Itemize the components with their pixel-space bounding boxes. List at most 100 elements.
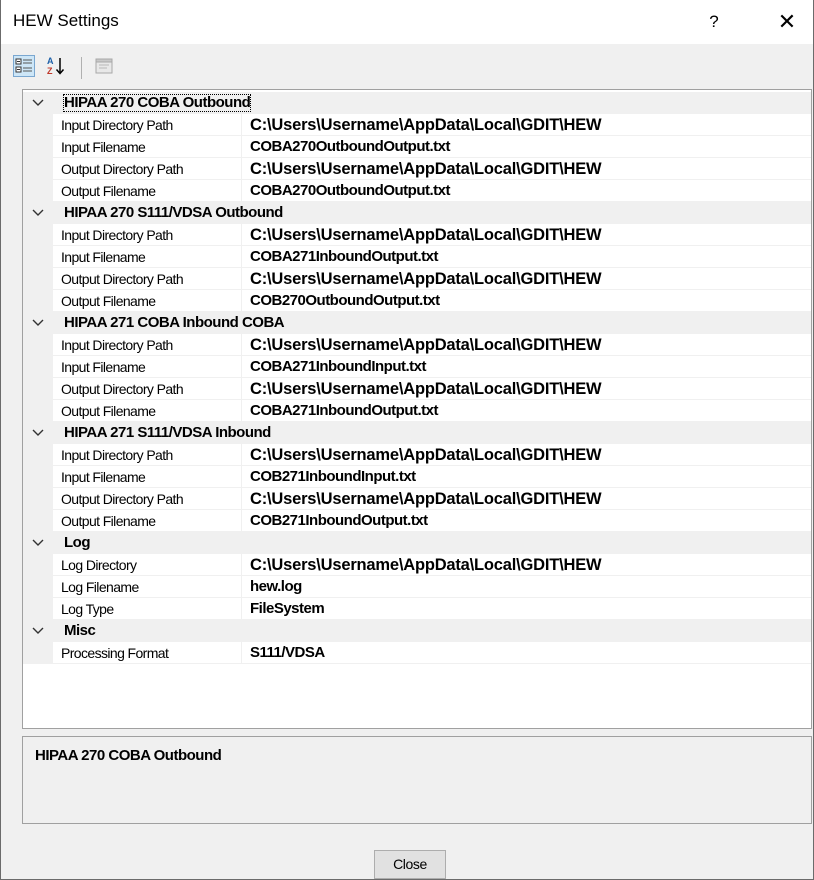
- column-divider[interactable]: [241, 554, 242, 576]
- property-value[interactable]: COB271InboundInput.txt: [250, 466, 416, 488]
- property-value[interactable]: COBA271InboundOutput.txt: [250, 400, 438, 422]
- toolbar-separator: [81, 57, 82, 79]
- property-row[interactable]: Output Filename COBA270OutboundOutput.txt: [23, 180, 811, 202]
- property-row[interactable]: Input Directory Path C:\Users\Username\Ap…: [23, 114, 811, 136]
- property-row[interactable]: Input Directory Path C:\Users\Username\Ap…: [23, 224, 811, 246]
- chevron-down-icon[interactable]: [32, 422, 46, 444]
- property-row[interactable]: Output Directory Path C:\Users\Username\A…: [23, 488, 811, 510]
- property-name: Output Filename: [61, 403, 156, 419]
- property-value[interactable]: COBA271InboundOutput.txt: [250, 246, 438, 268]
- property-name: Input Filename: [61, 139, 146, 155]
- property-value[interactable]: C:\Users\Username\AppData\Local\GDIT\HEW: [250, 114, 602, 136]
- column-divider[interactable]: [241, 466, 242, 488]
- category-row[interactable]: HIPAA 271 COBA Inbound COBA: [23, 312, 811, 334]
- column-divider[interactable]: [241, 268, 242, 290]
- property-value[interactable]: C:\Users\Username\AppData\Local\GDIT\HEW: [250, 224, 602, 246]
- column-divider[interactable]: [241, 246, 242, 268]
- property-name: Output Directory Path: [61, 491, 184, 507]
- alphabetical-view-button[interactable]: A Z: [43, 53, 69, 79]
- property-row[interactable]: Input Filename COB271InboundInput.txt: [23, 466, 811, 488]
- property-row[interactable]: Output Directory Path C:\Users\Username\A…: [23, 378, 811, 400]
- category-row[interactable]: HIPAA 270 COBA Outbound: [23, 92, 811, 114]
- property-value[interactable]: FileSystem: [250, 598, 325, 620]
- column-divider[interactable]: [241, 378, 242, 400]
- column-divider[interactable]: [241, 114, 242, 136]
- property-row[interactable]: Log Directory C:\Users\Username\AppData\L…: [23, 554, 811, 576]
- property-row[interactable]: Input Filename COBA270OutboundOutput.txt: [23, 136, 811, 158]
- property-value[interactable]: C:\Users\Username\AppData\Local\GDIT\HEW: [250, 378, 602, 400]
- category-row[interactable]: Misc: [23, 620, 811, 642]
- help-button[interactable]: ?: [691, 0, 737, 44]
- property-row[interactable]: Input Directory Path C:\Users\Username\Ap…: [23, 444, 811, 466]
- property-pages-button[interactable]: [91, 53, 117, 79]
- property-row[interactable]: Input Filename COBA271InboundOutput.txt: [23, 246, 811, 268]
- category-label: HIPAA 271 S111/VDSA Inbound: [64, 424, 271, 441]
- property-value[interactable]: C:\Users\Username\AppData\Local\GDIT\HEW: [250, 334, 602, 356]
- category-row[interactable]: HIPAA 270 S111/VDSA Outbound: [23, 202, 811, 224]
- column-divider[interactable]: [241, 136, 242, 158]
- category-row[interactable]: HIPAA 271 S111/VDSA Inbound: [23, 422, 811, 444]
- chevron-down-icon[interactable]: [32, 620, 46, 642]
- property-value[interactable]: C:\Users\Username\AppData\Local\GDIT\HEW: [250, 268, 602, 290]
- chevron-down-icon[interactable]: [32, 532, 46, 554]
- property-grid[interactable]: HIPAA 270 COBA Outbound Input Directory P…: [22, 89, 812, 729]
- row-margin: [23, 180, 53, 202]
- property-row[interactable]: Input Directory Path C:\Users\Username\Ap…: [23, 334, 811, 356]
- property-row[interactable]: Processing Format S111/VDSA: [23, 642, 811, 664]
- property-name: Input Filename: [61, 469, 146, 485]
- property-name: Input Filename: [61, 359, 146, 375]
- column-divider[interactable]: [241, 334, 242, 356]
- close-button[interactable]: Close: [374, 850, 446, 879]
- property-value[interactable]: C:\Users\Username\AppData\Local\GDIT\HEW: [250, 444, 602, 466]
- window-close-button[interactable]: ✕: [761, 0, 813, 44]
- property-row[interactable]: Output Directory Path C:\Users\Username\A…: [23, 268, 811, 290]
- chevron-down-icon[interactable]: [32, 312, 46, 334]
- column-divider[interactable]: [241, 400, 242, 422]
- row-margin: [23, 246, 53, 268]
- property-row[interactable]: Output Filename COB271InboundOutput.txt: [23, 510, 811, 532]
- property-row[interactable]: Output Directory Path C:\Users\Username\A…: [23, 158, 811, 180]
- category-label: Misc: [64, 622, 96, 639]
- row-margin: [23, 158, 53, 180]
- categorized-view-button[interactable]: [11, 53, 37, 79]
- property-value[interactable]: hew.log: [250, 576, 302, 598]
- property-row[interactable]: Log Filename hew.log: [23, 576, 811, 598]
- property-row[interactable]: Output Filename COBA271InboundOutput.txt: [23, 400, 811, 422]
- chevron-down-icon[interactable]: [32, 92, 46, 114]
- column-divider[interactable]: [241, 224, 242, 246]
- property-value[interactable]: C:\Users\Username\AppData\Local\GDIT\HEW: [250, 158, 602, 180]
- column-divider[interactable]: [241, 576, 242, 598]
- property-value[interactable]: COBA270OutboundOutput.txt: [250, 136, 450, 158]
- category-label: Log: [64, 534, 91, 551]
- property-value[interactable]: COBA271InboundInput.txt: [250, 356, 427, 378]
- property-grid-rows: HIPAA 270 COBA Outbound Input Directory P…: [23, 92, 811, 664]
- property-value[interactable]: COB271InboundOutput.txt: [250, 510, 428, 532]
- chevron-down-icon[interactable]: [32, 202, 46, 224]
- property-name: Output Directory Path: [61, 381, 184, 397]
- property-value[interactable]: COB270OutboundOutput.txt: [250, 290, 440, 312]
- column-divider[interactable]: [241, 180, 242, 202]
- property-name: Log Directory: [61, 557, 137, 573]
- column-divider[interactable]: [241, 356, 242, 378]
- description-pane: HIPAA 270 COBA Outbound: [22, 736, 812, 824]
- property-value[interactable]: S111/VDSA: [250, 642, 325, 664]
- column-divider[interactable]: [241, 444, 242, 466]
- column-divider[interactable]: [241, 598, 242, 620]
- row-margin: [23, 378, 53, 400]
- category-row[interactable]: Log: [23, 532, 811, 554]
- column-divider[interactable]: [241, 510, 242, 532]
- property-row[interactable]: Output Filename COB270OutboundOutput.txt: [23, 290, 811, 312]
- description-title: HIPAA 270 COBA Outbound: [35, 747, 222, 764]
- column-divider[interactable]: [241, 488, 242, 510]
- property-row[interactable]: Input Filename COBA271InboundInput.txt: [23, 356, 811, 378]
- column-divider[interactable]: [241, 290, 242, 312]
- property-value[interactable]: C:\Users\Username\AppData\Local\GDIT\HEW: [250, 488, 602, 510]
- property-name: Processing Format: [61, 645, 169, 661]
- column-divider[interactable]: [241, 642, 242, 664]
- property-name: Output Directory Path: [61, 161, 184, 177]
- column-divider[interactable]: [241, 158, 242, 180]
- property-name: Input Directory Path: [61, 227, 173, 243]
- property-value[interactable]: C:\Users\Username\AppData\Local\GDIT\HEW: [250, 554, 602, 576]
- property-row[interactable]: Log Type FileSystem: [23, 598, 811, 620]
- property-value[interactable]: COBA270OutboundOutput.txt: [250, 180, 450, 202]
